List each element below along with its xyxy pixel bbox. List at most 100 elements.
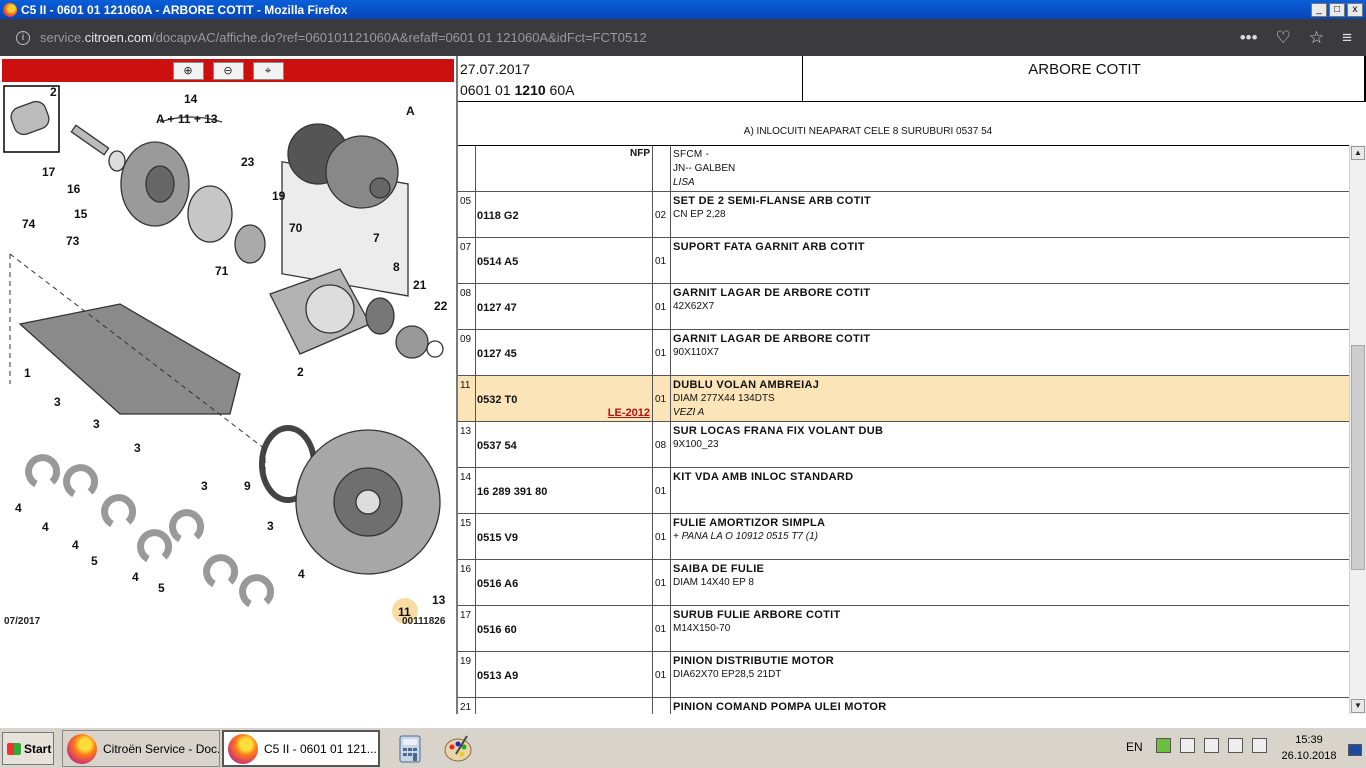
volume-icon[interactable] [1252,738,1267,753]
row-description-cell: PINION DISTRIBUTIE MOTOR DIA62X70 EP28,5 … [671,652,1349,697]
start-button[interactable]: Start [2,732,54,765]
part-quantity: 01 [655,532,667,543]
diagram-label[interactable]: 2 [297,365,304,379]
diagram-label[interactable]: 3 [201,479,208,493]
action-center-flag-icon[interactable] [1180,738,1195,753]
table-row[interactable]: 16 0516 A6 01 SAIBA DE FULIE DIAM 14X40 EP 8 [458,560,1349,606]
diagram-label[interactable]: 3 [134,441,141,455]
variant-link[interactable]: LE-2012 [608,407,650,419]
language-indicator[interactable]: EN [1126,740,1143,754]
diagram-label[interactable]: 22 [434,299,448,313]
device-icon[interactable] [1204,738,1219,753]
diagram-label[interactable]: 4 [42,520,49,534]
diagram-label[interactable]: 19 [272,189,286,203]
row-description-cell: SAIBA DE FULIE DIAM 14X40 EP 8 [671,560,1349,605]
table-row[interactable]: 15 0515 V9 01 FULIE AMORTIZOR SIMPLA + PANA … [458,514,1349,560]
parts-diagram[interactable]: 2 14 A + 11 + 13 A 17 16 15 23 19 74 73 … [0,84,456,684]
row-position: 07 [458,238,476,283]
zoom-fit-button[interactable]: ⌖ [252,61,284,80]
maximize-button[interactable]: □ [1329,2,1345,17]
diagram-label[interactable]: 73 [66,234,80,248]
row-code-cell: 0532 T0 LE-2012 [476,376,653,421]
diagram-label[interactable]: A + 11 + 13 [156,112,218,126]
part-quantity: 08 [655,440,667,451]
zoom-in-button[interactable]: ⊕ [172,61,204,80]
table-row[interactable]: 13 0537 54 08 SUR LOCAS FRANA FIX VOLANT DU… [458,422,1349,468]
table-row[interactable]: 17 0516 60 01 SURUB FULIE ARBORE COTIT M14X1… [458,606,1349,652]
taskbar-item-citroen-service[interactable]: Citroën Service - Doc... [62,730,220,767]
diagram-label[interactable]: 3 [54,395,61,409]
table-row[interactable]: 08 0127 47 01 GARNIT LAGAR DE ARBORE COTIT 4… [458,284,1349,330]
table-row[interactable]: NFP SFCM - JN-- GALBEN LISA [458,146,1349,192]
diagram-label[interactable]: A [406,104,415,118]
firefox-icon [3,2,17,17]
diagram-label[interactable]: 23 [241,155,255,169]
table-row[interactable]: 19 0513 A9 01 PINION DISTRIBUTIE MOTOR DIA62… [458,652,1349,698]
calculator-icon[interactable] [395,734,425,764]
diagram-label[interactable]: 21 [413,278,427,292]
row-code-cell: 0127 47 [476,284,653,329]
diagram-label[interactable]: 3 [93,417,100,431]
diagram-label[interactable]: 15 [74,207,88,221]
diagram-label[interactable]: 4 [72,538,79,552]
part-code: 16 289 391 80 [477,486,548,498]
taskbar-item-c5-ii[interactable]: C5 II - 0601 01 121... [222,730,380,767]
row-qty-cell: 01 [653,376,671,421]
minimize-button[interactable]: _ [1311,2,1327,17]
network-signal-icon[interactable] [1228,738,1243,753]
row-description-cell: DUBLU VOLAN AMBREIAJ DIAM 277X44 134DTS VE… [671,376,1349,421]
diagram-label[interactable]: 4 [132,570,139,584]
table-row[interactable]: 05 0118 G2 02 SET DE 2 SEMI-FLANSE ARB COTI… [458,192,1349,238]
system-tray [1156,738,1267,753]
scroll-down-button[interactable]: ▼ [1351,699,1365,713]
row-description-cell: SUPORT FATA GARNIT ARB COTIT [671,238,1349,283]
diagram-label[interactable]: 3 [267,519,274,533]
table-row[interactable]: 11 0532 T0 LE-2012 01 DUBLU VOLAN AMBREIAJ DI… [458,376,1349,422]
diagram-label[interactable]: 13 [432,593,446,607]
row-code-cell: 0127 45 [476,330,653,375]
diagram-label[interactable]: 4 [15,501,22,515]
diagram-label[interactable]: 70 [289,221,303,235]
row-code-cell: 0118 G2 [476,192,653,237]
address-bar[interactable]: i service.citroen.com/docapvAC/affiche.d… [0,19,1366,56]
pocket-icon[interactable]: ♡ [1276,28,1291,48]
system-clock[interactable]: 15:39 26.10.2018 [1276,732,1342,764]
table-row[interactable]: 21 PINION COMAND POMPA ULEI MOTOR [458,698,1349,714]
show-desktop-icon[interactable] [1348,744,1362,756]
row-position: 05 [458,192,476,237]
table-row[interactable]: 09 0127 45 01 GARNIT LAGAR DE ARBORE COTIT 9… [458,330,1349,376]
diagram-label[interactable]: 4 [298,567,305,581]
site-info-icon[interactable]: i [16,30,30,45]
zoom-out-button[interactable]: ⊖ [212,61,244,80]
diagram-label[interactable]: 5 [91,554,98,568]
diagram-label[interactable]: 9 [244,479,251,493]
more-actions-icon[interactable]: ••• [1240,28,1258,48]
diagram-label[interactable]: 7 [373,231,380,245]
part-description: GARNIT LAGAR DE ARBORE COTIT [673,333,871,345]
close-button[interactable]: x [1347,2,1363,17]
table-row[interactable]: 14 16 289 391 80 01 KIT VDA AMB INLOC STAND… [458,468,1349,514]
scroll-thumb[interactable] [1351,345,1365,570]
diagram-label[interactable]: 14 [184,92,198,106]
diagram-label[interactable]: 74 [22,217,36,231]
diagram-label[interactable]: 71 [215,264,229,278]
url-text[interactable]: service.citroen.com/docapvAC/affiche.do?… [40,30,647,45]
paint-palette-icon[interactable] [443,734,473,764]
scroll-up-button[interactable]: ▲ [1351,146,1365,160]
diagram-label[interactable]: 17 [42,165,56,179]
row-code-cell: NFP [476,146,653,191]
vertical-scrollbar[interactable]: ▲ ▼ [1349,145,1366,714]
start-label: Start [24,741,52,756]
antivirus-icon[interactable] [1156,738,1171,753]
part-quantity: 01 [655,670,667,681]
diagram-label[interactable]: 1 [24,366,31,380]
diagram-label[interactable]: 2 [50,85,57,99]
replacement-note: A) INLOCUITI NEAPARAT CELE 8 SURUBURI 05… [743,126,993,137]
table-row[interactable]: 07 0514 A5 01 SUPORT FATA GARNIT ARB COTIT [458,238,1349,284]
part-quantity: 01 [655,256,667,267]
diagram-label[interactable]: 8 [393,260,400,274]
menu-icon[interactable]: ≡ [1342,28,1352,48]
diagram-label[interactable]: 16 [67,182,81,196]
diagram-label[interactable]: 5 [158,581,165,595]
bookmark-star-icon[interactable]: ☆ [1309,28,1324,48]
